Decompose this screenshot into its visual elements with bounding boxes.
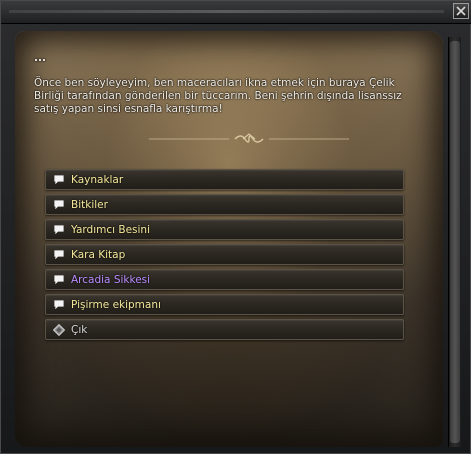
scrollbar[interactable] [448,37,461,447]
option-arcadia-sikkesi[interactable]: Arcadia Sikkesi [45,269,404,290]
option-kaynaklar[interactable]: Kaynaklar [45,169,404,190]
option-label: Arcadia Sikkesi [71,274,151,286]
option-label: Yardımcı Besini [71,224,150,236]
option-label: Pişirme ekipmanı [71,299,161,311]
speech-bubble-icon [54,225,64,235]
option-exit[interactable]: Çık [45,319,404,340]
close-button[interactable] [453,3,469,19]
option-yardimci-besini[interactable]: Yardımcı Besini [45,219,404,240]
scrollbar-thumb[interactable] [450,41,460,443]
close-x-icon [456,6,466,16]
speech-bubble-icon [54,175,64,185]
speech-bubble-icon [54,250,64,260]
title-bar[interactable] [1,1,471,24]
diamond-exit-icon [53,324,65,336]
dialog-ellipsis: ... [34,52,46,64]
npc-dialog-window: ... Önce ben söyleyeyim, ben maceracılar… [0,0,471,454]
speech-bubble-icon [54,200,64,210]
option-pisirme-ekipmani[interactable]: Pişirme ekipmanı [45,294,404,315]
option-label: Kara Kitap [71,249,126,261]
speech-bubble-icon [54,275,64,285]
speech-bubble-icon [54,300,64,310]
title-bar-trim [9,10,444,13]
dialog-text: Önce ben söyleyeyim, ben maceracıları ik… [34,77,402,115]
option-label: Çık [71,324,88,336]
option-label: Kaynaklar [71,174,124,186]
ornament-divider [149,133,349,143]
option-kara-kitap[interactable]: Kara Kitap [45,244,404,265]
dialog-options: Kaynaklar Bitkiler Yardımcı Besini Kara … [45,169,404,344]
option-bitkiler[interactable]: Bitkiler [45,194,404,215]
option-label: Bitkiler [71,199,108,211]
